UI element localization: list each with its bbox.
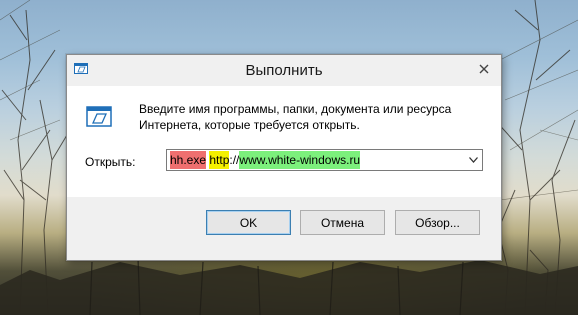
title-bar[interactable]: Выполнить xyxy=(67,55,501,86)
protocol-segment: http xyxy=(209,151,230,169)
run-icon xyxy=(86,106,112,127)
separator-segment: :// xyxy=(229,153,240,167)
command-segment: hh.exe xyxy=(170,151,207,169)
open-input-value[interactable]: hh.exe http://www.white-windows.ru xyxy=(170,151,361,169)
cancel-button[interactable]: Отмена xyxy=(300,210,385,235)
domain-segment: www.white-windows.ru xyxy=(239,151,361,169)
window-title: Выполнить xyxy=(245,62,323,79)
run-dialog: Выполнить Введите имя программы, папки, … xyxy=(66,54,502,261)
close-icon xyxy=(479,64,489,74)
open-input[interactable]: hh.exe http://www.white-windows.ru xyxy=(166,149,483,171)
browse-button[interactable]: Обзор... xyxy=(395,210,480,235)
close-button[interactable] xyxy=(471,59,497,79)
dialog-description: Введите имя программы, папки, документа … xyxy=(139,102,452,132)
chevron-down-icon[interactable] xyxy=(469,157,478,163)
dialog-content: Введите имя программы, папки, документа … xyxy=(67,86,501,197)
ok-button[interactable]: OK xyxy=(206,210,291,235)
open-label: Открыть: xyxy=(85,155,136,169)
dialog-footer: OK Отмена Обзор... xyxy=(67,197,501,260)
